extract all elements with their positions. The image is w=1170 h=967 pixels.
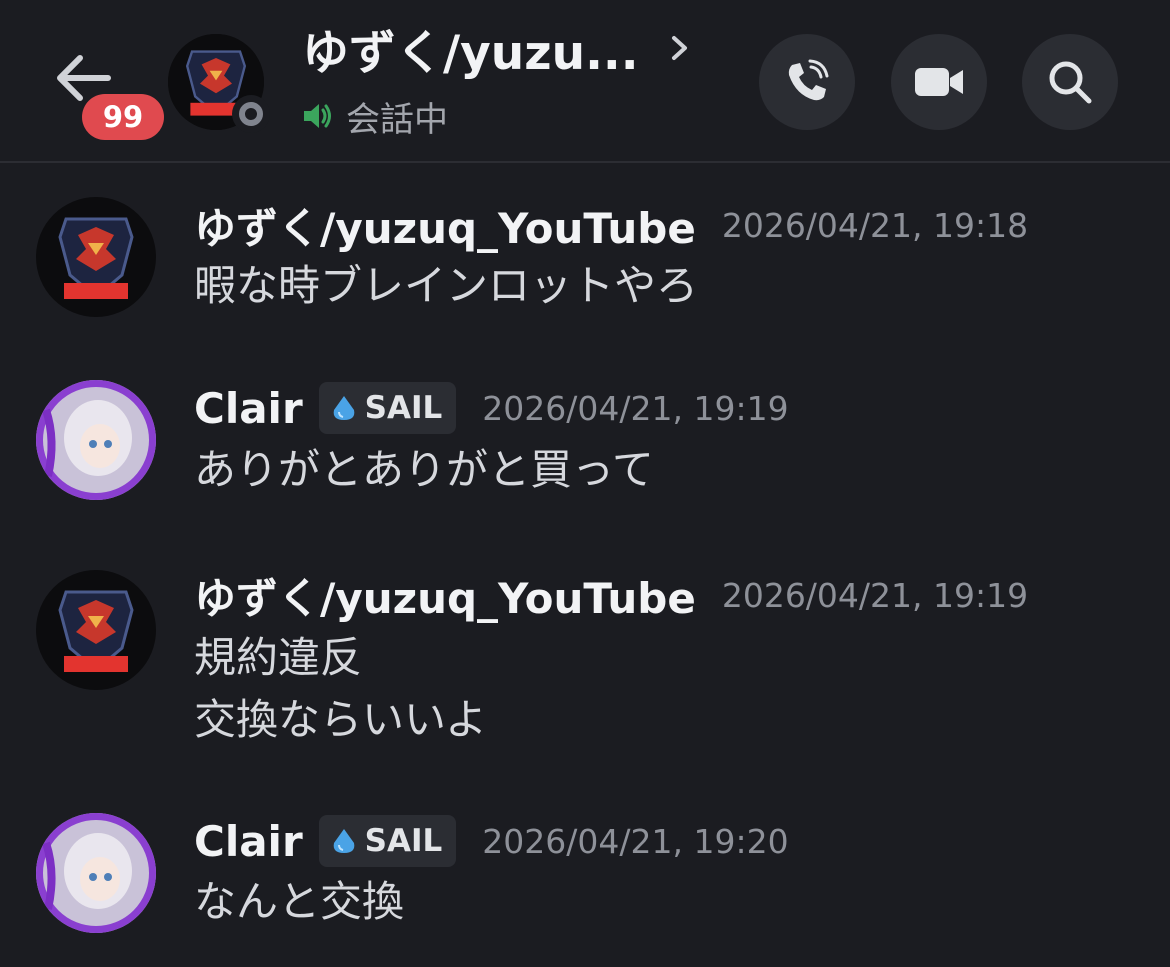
chat-header: 99 ゆずく/yuzu... 会話中 [0, 0, 1170, 163]
water-drop-icon [333, 829, 354, 853]
voice-call-button[interactable] [759, 34, 855, 130]
guild-tag[interactable]: SAIL [318, 382, 457, 434]
chevron-right-icon [671, 36, 687, 60]
guild-tag[interactable]: SAIL [318, 815, 457, 867]
timestamp: 2026/04/21, 19:18 [721, 205, 1029, 245]
timestamp: 2026/04/21, 19:19 [721, 575, 1029, 615]
message-line: ありがとありがと買って [194, 445, 654, 494]
anime-girl-avatar-icon [36, 380, 156, 500]
status-indicator [232, 95, 270, 133]
message-meta: Clair SAIL 2026/04/21, 19:20 [194, 811, 789, 871]
avatar[interactable] [36, 197, 156, 317]
author-name[interactable]: Clair [194, 817, 303, 866]
call-status-text: 会話中 [346, 99, 448, 140]
unread-badge: 99 [82, 94, 164, 140]
guild-tag-label: SAIL [364, 823, 443, 859]
avatar[interactable] [36, 570, 156, 690]
call-status: 会話中 [300, 94, 448, 140]
anime-girl-avatar-icon [36, 813, 156, 933]
video-call-button[interactable] [891, 34, 987, 130]
message-line: 暇な時ブレインロットやろ [194, 261, 699, 310]
channel-title: ゆずく/yuzu... [302, 25, 639, 81]
search-icon [1049, 61, 1092, 104]
avatar[interactable] [36, 813, 156, 933]
avatar[interactable] [36, 380, 156, 500]
message-text: ありがとありがと買って [194, 439, 654, 501]
message-line: 規約違反 [194, 633, 363, 682]
message-meta: ゆずく/yuzuq_YouTube 2026/04/21, 19:19 [194, 565, 1028, 625]
yuzuq-logo-icon [36, 570, 156, 690]
author-name[interactable]: ゆずく/yuzuq_YouTube [194, 565, 696, 626]
message-meta: Clair SAIL 2026/04/21, 19:19 [194, 378, 789, 438]
author-name[interactable]: ゆずく/yuzuq_YouTube [194, 195, 696, 256]
author-name[interactable]: Clair [194, 384, 303, 433]
voice-call-icon [788, 59, 829, 101]
speaker-icon [304, 104, 331, 128]
yuzuq-logo-icon [36, 197, 156, 317]
message-text: 規約違反 交換ならいいよ [194, 627, 487, 751]
message-line: なんと交換 [194, 877, 405, 926]
message-text: 暇な時ブレインロットやろ [194, 255, 698, 317]
guild-tag-label: SAIL [364, 390, 443, 426]
search-button[interactable] [1022, 34, 1118, 130]
message-text: なんと交換 [194, 871, 404, 933]
channel-title-row[interactable]: ゆずく/yuzu... [302, 18, 691, 81]
video-call-icon [915, 68, 963, 96]
message-meta: ゆずく/yuzuq_YouTube 2026/04/21, 19:18 [194, 195, 1028, 255]
timestamp: 2026/04/21, 19:19 [482, 388, 789, 428]
timestamp: 2026/04/21, 19:20 [482, 821, 789, 861]
water-drop-icon [333, 396, 354, 420]
message-line: 交換ならいいよ [194, 695, 488, 744]
